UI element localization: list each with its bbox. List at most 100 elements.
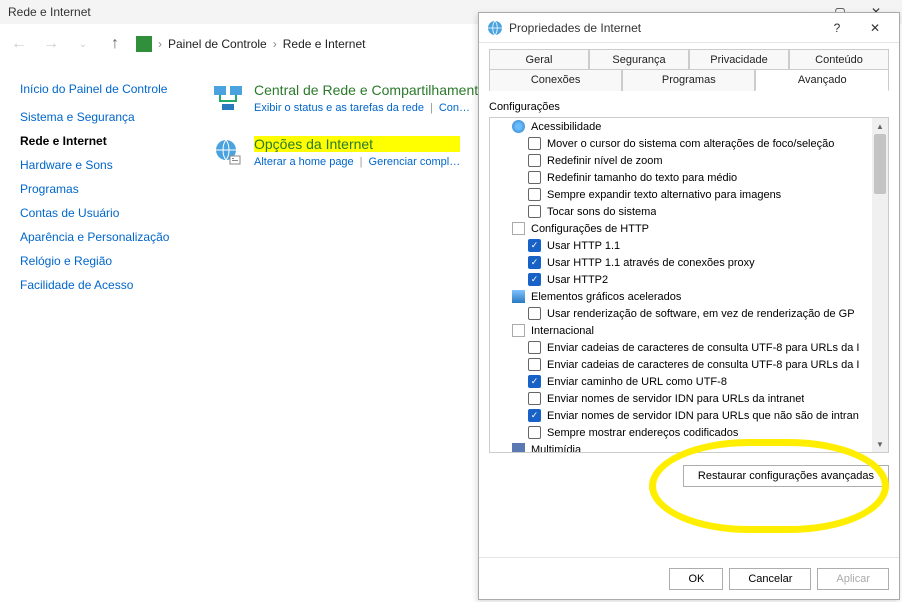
forward-button[interactable]: → — [40, 33, 62, 55]
checkbox[interactable] — [528, 307, 541, 320]
tab-programas[interactable]: Programas — [622, 69, 755, 91]
settings-group: Acessibilidade — [490, 118, 872, 135]
breadcrumb-current[interactable]: Rede e Internet — [283, 37, 366, 51]
settings-checkbox-row[interactable]: Enviar nomes de servidor IDN para URLs d… — [490, 390, 872, 407]
checkbox[interactable] — [528, 205, 541, 218]
breadcrumb-root[interactable]: Painel de Controle — [168, 37, 267, 51]
apply-button[interactable]: Aplicar — [817, 568, 889, 590]
cp-sublink[interactable]: Alterar a home page — [254, 156, 354, 168]
tab-conexoes[interactable]: Conexões — [489, 69, 622, 91]
settings-tree-frame: Acessibilidade Mover o cursor do sistema … — [489, 117, 889, 453]
settings-group-label: Configurações — [489, 101, 889, 113]
acc-icon — [512, 120, 525, 133]
settings-checkbox-row[interactable]: Enviar cadeias de caracteres de consulta… — [490, 356, 872, 373]
restore-advanced-settings-button[interactable]: Restaurar configurações avançadas — [683, 465, 889, 487]
settings-tree[interactable]: Acessibilidade Mover o cursor do sistema … — [490, 118, 872, 452]
internet-options-icon — [212, 136, 244, 168]
cp-home-link[interactable]: Início do Painel de Controle — [20, 82, 188, 96]
dialog-close-button[interactable]: ✕ — [859, 16, 891, 40]
cp-item-title[interactable]: Central de Rede e Compartilhamento — [254, 82, 486, 98]
tab-seguranca[interactable]: Segurança — [589, 49, 689, 70]
settings-checkbox-row[interactable]: Mover o cursor do sistema com alterações… — [490, 135, 872, 152]
scroll-up-arrow-icon[interactable]: ▲ — [872, 118, 888, 134]
back-button[interactable]: ← — [8, 33, 30, 55]
settings-label: Usar HTTP 1.1 através de conexões proxy — [547, 257, 755, 269]
internet-options-icon — [487, 20, 503, 36]
tab-privacidade[interactable]: Privacidade — [689, 49, 789, 70]
scrollbar-thumb[interactable] — [874, 134, 886, 194]
settings-checkbox-row[interactable]: Usar HTTP 1.1 — [490, 237, 872, 254]
checkbox[interactable] — [528, 426, 541, 439]
checkbox[interactable] — [528, 137, 541, 150]
sidebar-category[interactable]: Hardware e Sons — [20, 158, 188, 172]
ok-button[interactable]: OK — [669, 568, 723, 590]
settings-label: Redefinir nível de zoom — [547, 155, 663, 167]
cp-item-title[interactable]: Opções da Internet — [254, 136, 460, 152]
checkbox[interactable] — [528, 392, 541, 405]
settings-checkbox-row[interactable]: Sempre mostrar endereços codificados — [490, 424, 872, 441]
settings-checkbox-row[interactable]: Redefinir nível de zoom — [490, 152, 872, 169]
chevron-right-icon: › — [158, 37, 162, 51]
settings-label: Enviar nomes de servidor IDN para URLs d… — [547, 393, 804, 405]
checkbox[interactable] — [528, 409, 541, 422]
settings-checkbox-row[interactable]: Enviar cadeias de caracteres de consulta… — [490, 339, 872, 356]
settings-checkbox-row[interactable]: Enviar nomes de servidor IDN para URLs q… — [490, 407, 872, 424]
tab-content-avancado: Configurações Acessibilidade Mover o curs… — [489, 91, 889, 547]
settings-checkbox-row[interactable]: Usar HTTP 1.1 através de conexões proxy — [490, 254, 872, 271]
dialog-body: Geral Segurança Privacidade Conteúdo Con… — [479, 43, 899, 557]
help-button[interactable]: ? — [821, 16, 853, 40]
settings-checkbox-row[interactable]: Usar renderização de software, em vez de… — [490, 305, 872, 322]
checkbox[interactable] — [528, 341, 541, 354]
sidebar-category[interactable]: Facilidade de Acesso — [20, 278, 188, 292]
cp-sublink[interactable]: Con… — [439, 102, 470, 114]
cancel-button[interactable]: Cancelar — [729, 568, 811, 590]
settings-label: Multimídia — [531, 444, 581, 453]
checkbox[interactable] — [528, 375, 541, 388]
dialog-title: Propriedades de Internet — [509, 21, 815, 35]
settings-label: Elementos gráficos acelerados — [531, 291, 681, 303]
cp-sublink[interactable]: Gerenciar compl… — [369, 156, 461, 168]
checkbox[interactable] — [528, 188, 541, 201]
settings-label: Enviar caminho de URL como UTF-8 — [547, 376, 727, 388]
tab-avancado[interactable]: Avançado — [755, 69, 889, 91]
mm-icon — [512, 443, 525, 452]
cp-title: Rede e Internet — [8, 5, 91, 19]
checkbox[interactable] — [528, 239, 541, 252]
checkbox[interactable] — [528, 256, 541, 269]
settings-label: Usar renderização de software, em vez de… — [547, 308, 855, 320]
settings-checkbox-row[interactable]: Enviar caminho de URL como UTF-8 — [490, 373, 872, 390]
sidebar-category[interactable]: Contas de Usuário — [20, 206, 188, 220]
sidebar-category[interactable]: Sistema e Segurança — [20, 110, 188, 124]
checkbox[interactable] — [528, 154, 541, 167]
sidebar-category[interactable]: Rede e Internet — [20, 134, 188, 148]
settings-label: Enviar cadeias de caracteres de consulta… — [547, 359, 859, 371]
tab-conteudo[interactable]: Conteúdo — [789, 49, 889, 70]
settings-checkbox-row[interactable]: Usar HTTP2 — [490, 271, 872, 288]
vertical-scrollbar[interactable]: ▲ ▼ — [872, 118, 888, 452]
settings-label: Internacional — [531, 325, 594, 337]
divider: | — [360, 156, 363, 168]
settings-label: Usar HTTP 1.1 — [547, 240, 620, 252]
checkbox[interactable] — [528, 358, 541, 371]
internet-properties-dialog: Propriedades de Internet ? ✕ Geral Segur… — [478, 12, 900, 600]
settings-label: Acessibilidade — [531, 121, 601, 133]
up-button[interactable]: ↑ — [104, 33, 126, 55]
sidebar-category[interactable]: Programas — [20, 182, 188, 196]
control-panel-icon — [136, 36, 152, 52]
tab-geral[interactable]: Geral — [489, 49, 589, 70]
recent-dropdown-icon[interactable]: ⌄ — [72, 33, 94, 55]
sidebar-category[interactable]: Relógio e Região — [20, 254, 188, 268]
scroll-down-arrow-icon[interactable]: ▼ — [872, 436, 888, 452]
cp-sublink[interactable]: Exibir o status e as tarefas da rede — [254, 102, 424, 114]
sidebar-category[interactable]: Aparência e Personalização — [20, 230, 188, 244]
settings-checkbox-row[interactable]: Redefinir tamanho do texto para médio — [490, 169, 872, 186]
settings-label: Configurações de HTTP — [531, 223, 649, 235]
settings-label: Redefinir tamanho do texto para médio — [547, 172, 737, 184]
http-icon — [512, 222, 525, 235]
settings-label: Sempre mostrar endereços codificados — [547, 427, 738, 439]
settings-label: Enviar cadeias de caracteres de consulta… — [547, 342, 859, 354]
checkbox[interactable] — [528, 171, 541, 184]
settings-checkbox-row[interactable]: Sempre expandir texto alternativo para i… — [490, 186, 872, 203]
checkbox[interactable] — [528, 273, 541, 286]
settings-checkbox-row[interactable]: Tocar sons do sistema — [490, 203, 872, 220]
